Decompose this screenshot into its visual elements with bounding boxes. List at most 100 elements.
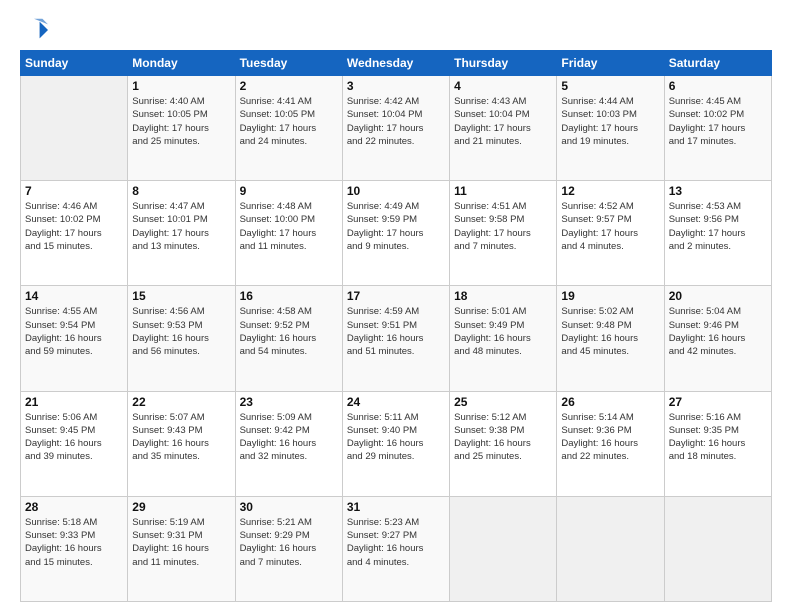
day-number: 29 (132, 500, 230, 514)
cell-content: Sunrise: 4:40 AM Sunset: 10:05 PM Daylig… (132, 95, 230, 148)
header-cell-monday: Monday (128, 51, 235, 76)
day-number: 10 (347, 184, 445, 198)
day-number: 3 (347, 79, 445, 93)
day-number: 28 (25, 500, 123, 514)
day-number: 8 (132, 184, 230, 198)
day-number: 9 (240, 184, 338, 198)
day-number: 14 (25, 289, 123, 303)
day-number: 18 (454, 289, 552, 303)
cell-content: Sunrise: 4:55 AM Sunset: 9:54 PM Dayligh… (25, 305, 123, 358)
calendar-cell: 16 Sunrise: 4:58 AM Sunset: 9:52 PM Dayli… (235, 286, 342, 391)
day-number: 22 (132, 395, 230, 409)
page: SundayMondayTuesdayWednesdayThursdayFrid… (0, 0, 792, 612)
cell-content: Sunrise: 5:21 AM Sunset: 9:29 PM Dayligh… (240, 516, 338, 569)
week-row-4: 28 Sunrise: 5:18 AM Sunset: 9:33 PM Dayli… (21, 496, 772, 601)
calendar-cell: 10 Sunrise: 4:49 AM Sunset: 9:59 PM Dayli… (342, 181, 449, 286)
cell-content: Sunrise: 4:48 AM Sunset: 10:00 PM Daylig… (240, 200, 338, 253)
calendar-table: SundayMondayTuesdayWednesdayThursdayFrid… (20, 50, 772, 602)
calendar-cell: 11Sunrise: 4:51 AM Sunset: 9:58 PM Dayli… (450, 181, 557, 286)
cell-content: Sunrise: 5:12 AM Sunset: 9:38 PM Dayligh… (454, 411, 552, 464)
week-row-2: 14 Sunrise: 4:55 AM Sunset: 9:54 PM Dayli… (21, 286, 772, 391)
day-number: 21 (25, 395, 123, 409)
header (20, 16, 772, 44)
day-number: 15 (132, 289, 230, 303)
day-number: 27 (669, 395, 767, 409)
calendar-cell: 25 Sunrise: 5:12 AM Sunset: 9:38 PM Dayli… (450, 391, 557, 496)
week-row-0: 1 Sunrise: 4:40 AM Sunset: 10:05 PM Dayli… (21, 76, 772, 181)
calendar-cell: 5 Sunrise: 4:44 AM Sunset: 10:03 PM Dayli… (557, 76, 664, 181)
calendar-cell (664, 496, 771, 601)
calendar-cell: 6 Sunrise: 4:45 AM Sunset: 10:02 PM Dayli… (664, 76, 771, 181)
calendar-cell (21, 76, 128, 181)
day-number: 26 (561, 395, 659, 409)
calendar-cell: 31Sunrise: 5:23 AM Sunset: 9:27 PM Dayli… (342, 496, 449, 601)
day-number: 25 (454, 395, 552, 409)
day-number: 4 (454, 79, 552, 93)
header-cell-sunday: Sunday (21, 51, 128, 76)
calendar-cell: 18 Sunrise: 5:01 AM Sunset: 9:49 PM Dayli… (450, 286, 557, 391)
cell-content: Sunrise: 4:58 AM Sunset: 9:52 PM Dayligh… (240, 305, 338, 358)
day-number: 20 (669, 289, 767, 303)
calendar-cell: 7 Sunrise: 4:46 AM Sunset: 10:02 PM Dayli… (21, 181, 128, 286)
calendar-cell: 8 Sunrise: 4:47 AM Sunset: 10:01 PM Dayli… (128, 181, 235, 286)
day-number: 7 (25, 184, 123, 198)
day-number: 6 (669, 79, 767, 93)
calendar-cell: 9 Sunrise: 4:48 AM Sunset: 10:00 PM Dayli… (235, 181, 342, 286)
calendar-cell: 1 Sunrise: 4:40 AM Sunset: 10:05 PM Dayli… (128, 76, 235, 181)
calendar-cell: 23 Sunrise: 5:09 AM Sunset: 9:42 PM Dayli… (235, 391, 342, 496)
day-number: 19 (561, 289, 659, 303)
calendar-cell: 12 Sunrise: 4:52 AM Sunset: 9:57 PM Dayli… (557, 181, 664, 286)
cell-content: Sunrise: 5:06 AM Sunset: 9:45 PM Dayligh… (25, 411, 123, 464)
day-number: 17 (347, 289, 445, 303)
header-cell-friday: Friday (557, 51, 664, 76)
cell-content: Sunrise: 5:01 AM Sunset: 9:49 PM Dayligh… (454, 305, 552, 358)
cell-content: Sunrise: 5:19 AM Sunset: 9:31 PM Dayligh… (132, 516, 230, 569)
day-number: 1 (132, 79, 230, 93)
cell-content: Sunrise: 4:51 AM Sunset: 9:58 PM Dayligh… (454, 200, 552, 253)
cell-content: Sunrise: 4:45 AM Sunset: 10:02 PM Daylig… (669, 95, 767, 148)
day-number: 23 (240, 395, 338, 409)
cell-content: Sunrise: 5:04 AM Sunset: 9:46 PM Dayligh… (669, 305, 767, 358)
calendar-cell: 29 Sunrise: 5:19 AM Sunset: 9:31 PM Dayli… (128, 496, 235, 601)
cell-content: Sunrise: 5:02 AM Sunset: 9:48 PM Dayligh… (561, 305, 659, 358)
calendar-cell: 22 Sunrise: 5:07 AM Sunset: 9:43 PM Dayli… (128, 391, 235, 496)
header-cell-tuesday: Tuesday (235, 51, 342, 76)
calendar-cell: 27Sunrise: 5:16 AM Sunset: 9:35 PM Dayli… (664, 391, 771, 496)
cell-content: Sunrise: 5:07 AM Sunset: 9:43 PM Dayligh… (132, 411, 230, 464)
cell-content: Sunrise: 4:59 AM Sunset: 9:51 PM Dayligh… (347, 305, 445, 358)
day-number: 24 (347, 395, 445, 409)
day-number: 16 (240, 289, 338, 303)
cell-content: Sunrise: 4:52 AM Sunset: 9:57 PM Dayligh… (561, 200, 659, 253)
cell-content: Sunrise: 4:44 AM Sunset: 10:03 PM Daylig… (561, 95, 659, 148)
day-number: 13 (669, 184, 767, 198)
calendar-cell: 21 Sunrise: 5:06 AM Sunset: 9:45 PM Dayli… (21, 391, 128, 496)
cell-content: Sunrise: 4:49 AM Sunset: 9:59 PM Dayligh… (347, 200, 445, 253)
calendar-cell: 15 Sunrise: 4:56 AM Sunset: 9:53 PM Dayli… (128, 286, 235, 391)
calendar-cell: 3 Sunrise: 4:42 AM Sunset: 10:04 PM Dayli… (342, 76, 449, 181)
calendar-cell: 24Sunrise: 5:11 AM Sunset: 9:40 PM Dayli… (342, 391, 449, 496)
header-cell-thursday: Thursday (450, 51, 557, 76)
calendar-cell: 2 Sunrise: 4:41 AM Sunset: 10:05 PM Dayli… (235, 76, 342, 181)
logo-icon (20, 16, 48, 44)
calendar-cell: 26Sunrise: 5:14 AM Sunset: 9:36 PM Dayli… (557, 391, 664, 496)
cell-content: Sunrise: 4:43 AM Sunset: 10:04 PM Daylig… (454, 95, 552, 148)
day-number: 12 (561, 184, 659, 198)
logo (20, 16, 52, 44)
cell-content: Sunrise: 5:18 AM Sunset: 9:33 PM Dayligh… (25, 516, 123, 569)
day-number: 30 (240, 500, 338, 514)
cell-content: Sunrise: 4:47 AM Sunset: 10:01 PM Daylig… (132, 200, 230, 253)
cell-content: Sunrise: 5:09 AM Sunset: 9:42 PM Dayligh… (240, 411, 338, 464)
cell-content: Sunrise: 4:42 AM Sunset: 10:04 PM Daylig… (347, 95, 445, 148)
calendar-cell: 17 Sunrise: 4:59 AM Sunset: 9:51 PM Dayli… (342, 286, 449, 391)
cell-content: Sunrise: 4:56 AM Sunset: 9:53 PM Dayligh… (132, 305, 230, 358)
cell-content: Sunrise: 4:46 AM Sunset: 10:02 PM Daylig… (25, 200, 123, 253)
calendar-cell: 14 Sunrise: 4:55 AM Sunset: 9:54 PM Dayli… (21, 286, 128, 391)
calendar-cell: 4 Sunrise: 4:43 AM Sunset: 10:04 PM Dayli… (450, 76, 557, 181)
day-number: 2 (240, 79, 338, 93)
header-cell-saturday: Saturday (664, 51, 771, 76)
calendar-header: SundayMondayTuesdayWednesdayThursdayFrid… (21, 51, 772, 76)
cell-content: Sunrise: 4:41 AM Sunset: 10:05 PM Daylig… (240, 95, 338, 148)
calendar-body: 1 Sunrise: 4:40 AM Sunset: 10:05 PM Dayli… (21, 76, 772, 602)
day-number: 5 (561, 79, 659, 93)
header-cell-wednesday: Wednesday (342, 51, 449, 76)
